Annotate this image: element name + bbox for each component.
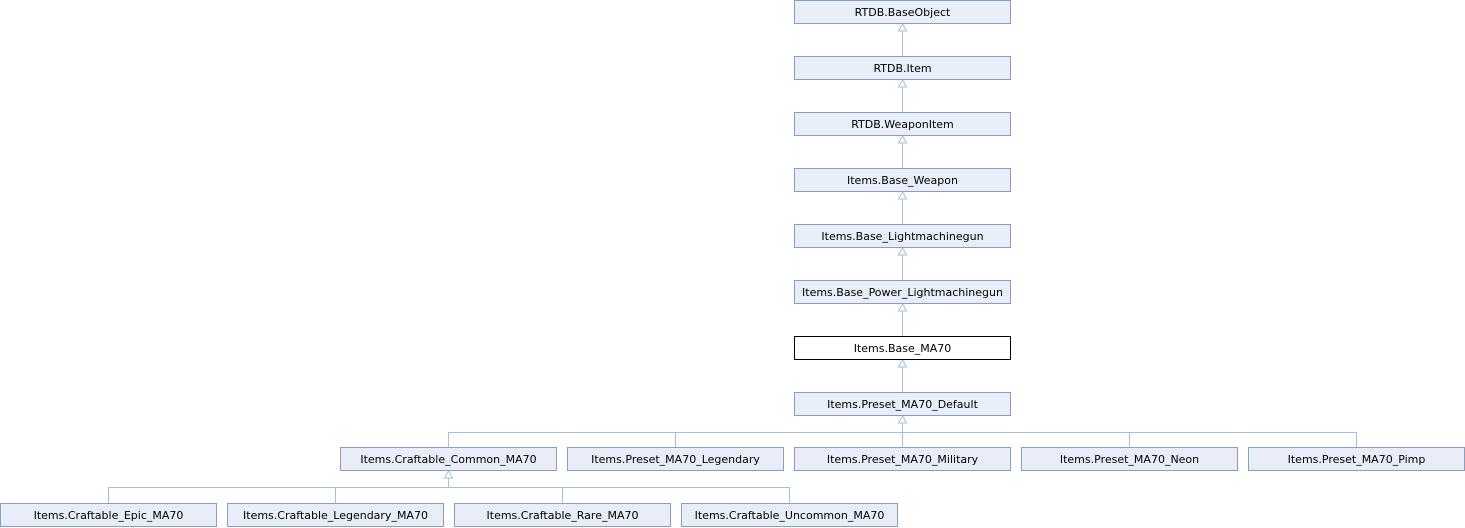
node-label: Items.Base_Power_Lightmachinegun [802, 286, 1003, 299]
node-items-base-ma70[interactable]: Items.Base_MA70 [794, 336, 1011, 360]
node-label: Items.Craftable_Rare_MA70 [487, 509, 639, 522]
node-rtdb-item[interactable]: RTDB.Item [794, 56, 1011, 80]
node-items-preset-ma70-military[interactable]: Items.Preset_MA70_Military [794, 447, 1011, 471]
node-label: Items.Base_Lightmachinegun [821, 230, 983, 243]
node-items-craftable-uncommon-ma70[interactable]: Items.Craftable_Uncommon_MA70 [681, 503, 898, 527]
node-label: RTDB.Item [873, 62, 931, 75]
inheritance-edge [448, 478, 563, 504]
node-label: Items.Craftable_Uncommon_MA70 [695, 509, 885, 522]
node-label: Items.Preset_MA70_Neon [1060, 453, 1199, 466]
node-items-preset-ma70-legendary[interactable]: Items.Preset_MA70_Legendary [567, 447, 784, 471]
inheritance-edge [335, 478, 449, 504]
node-label: Items.Craftable_Legendary_MA70 [243, 509, 428, 522]
node-label: Items.Craftable_Epic_MA70 [34, 509, 184, 522]
inheritance-arrowhead [897, 246, 908, 256]
inheritance-diagram: RTDB.BaseObject RTDB.Item RTDB.WeaponIte… [0, 0, 1465, 527]
node-items-preset-ma70-default[interactable]: Items.Preset_MA70_Default [794, 392, 1011, 416]
node-items-base-power-lightmachinegun[interactable]: Items.Base_Power_Lightmachinegun [794, 280, 1011, 304]
inheritance-edge [448, 478, 790, 504]
node-rtdb-weaponitem[interactable]: RTDB.WeaponItem [794, 112, 1011, 136]
node-items-craftable-epic-ma70[interactable]: Items.Craftable_Epic_MA70 [0, 503, 217, 527]
node-items-preset-ma70-neon[interactable]: Items.Preset_MA70_Neon [1021, 447, 1238, 471]
inheritance-arrowhead [897, 414, 908, 424]
inheritance-arrowhead [443, 469, 454, 479]
node-label: Items.Base_Weapon [847, 174, 958, 187]
node-label: Items.Preset_MA70_Military [827, 453, 979, 466]
edges-layer [108, 22, 1357, 504]
node-items-base-weapon[interactable]: Items.Base_Weapon [794, 168, 1011, 192]
node-items-preset-ma70-pimp[interactable]: Items.Preset_MA70_Pimp [1248, 447, 1465, 471]
inheritance-arrowhead [897, 78, 908, 88]
inheritance-arrowhead [897, 302, 908, 312]
node-label: RTDB.BaseObject [855, 6, 951, 19]
node-items-craftable-rare-ma70[interactable]: Items.Craftable_Rare_MA70 [454, 503, 671, 527]
inheritance-arrowhead [897, 358, 908, 368]
node-label: Items.Preset_MA70_Pimp [1288, 453, 1426, 466]
node-label: Items.Base_MA70 [854, 342, 952, 355]
inheritance-edge [675, 423, 903, 448]
inheritance-arrowhead [897, 22, 908, 32]
inheritance-arrowhead [897, 190, 908, 200]
node-label: RTDB.WeaponItem [851, 118, 954, 131]
node-items-craftable-common-ma70[interactable]: Items.Craftable_Common_MA70 [340, 447, 557, 471]
inheritance-arrowhead [897, 134, 908, 144]
node-label: Items.Craftable_Common_MA70 [360, 453, 536, 466]
inheritance-edge [902, 423, 1130, 448]
node-rtdb-baseobject[interactable]: RTDB.BaseObject [794, 0, 1011, 24]
node-label: Items.Preset_MA70_Default [827, 398, 978, 411]
node-items-base-lightmachinegun[interactable]: Items.Base_Lightmachinegun [794, 224, 1011, 248]
inheritance-edge [108, 478, 449, 504]
node-items-craftable-legendary-ma70[interactable]: Items.Craftable_Legendary_MA70 [227, 503, 444, 527]
node-label: Items.Preset_MA70_Legendary [591, 453, 760, 466]
